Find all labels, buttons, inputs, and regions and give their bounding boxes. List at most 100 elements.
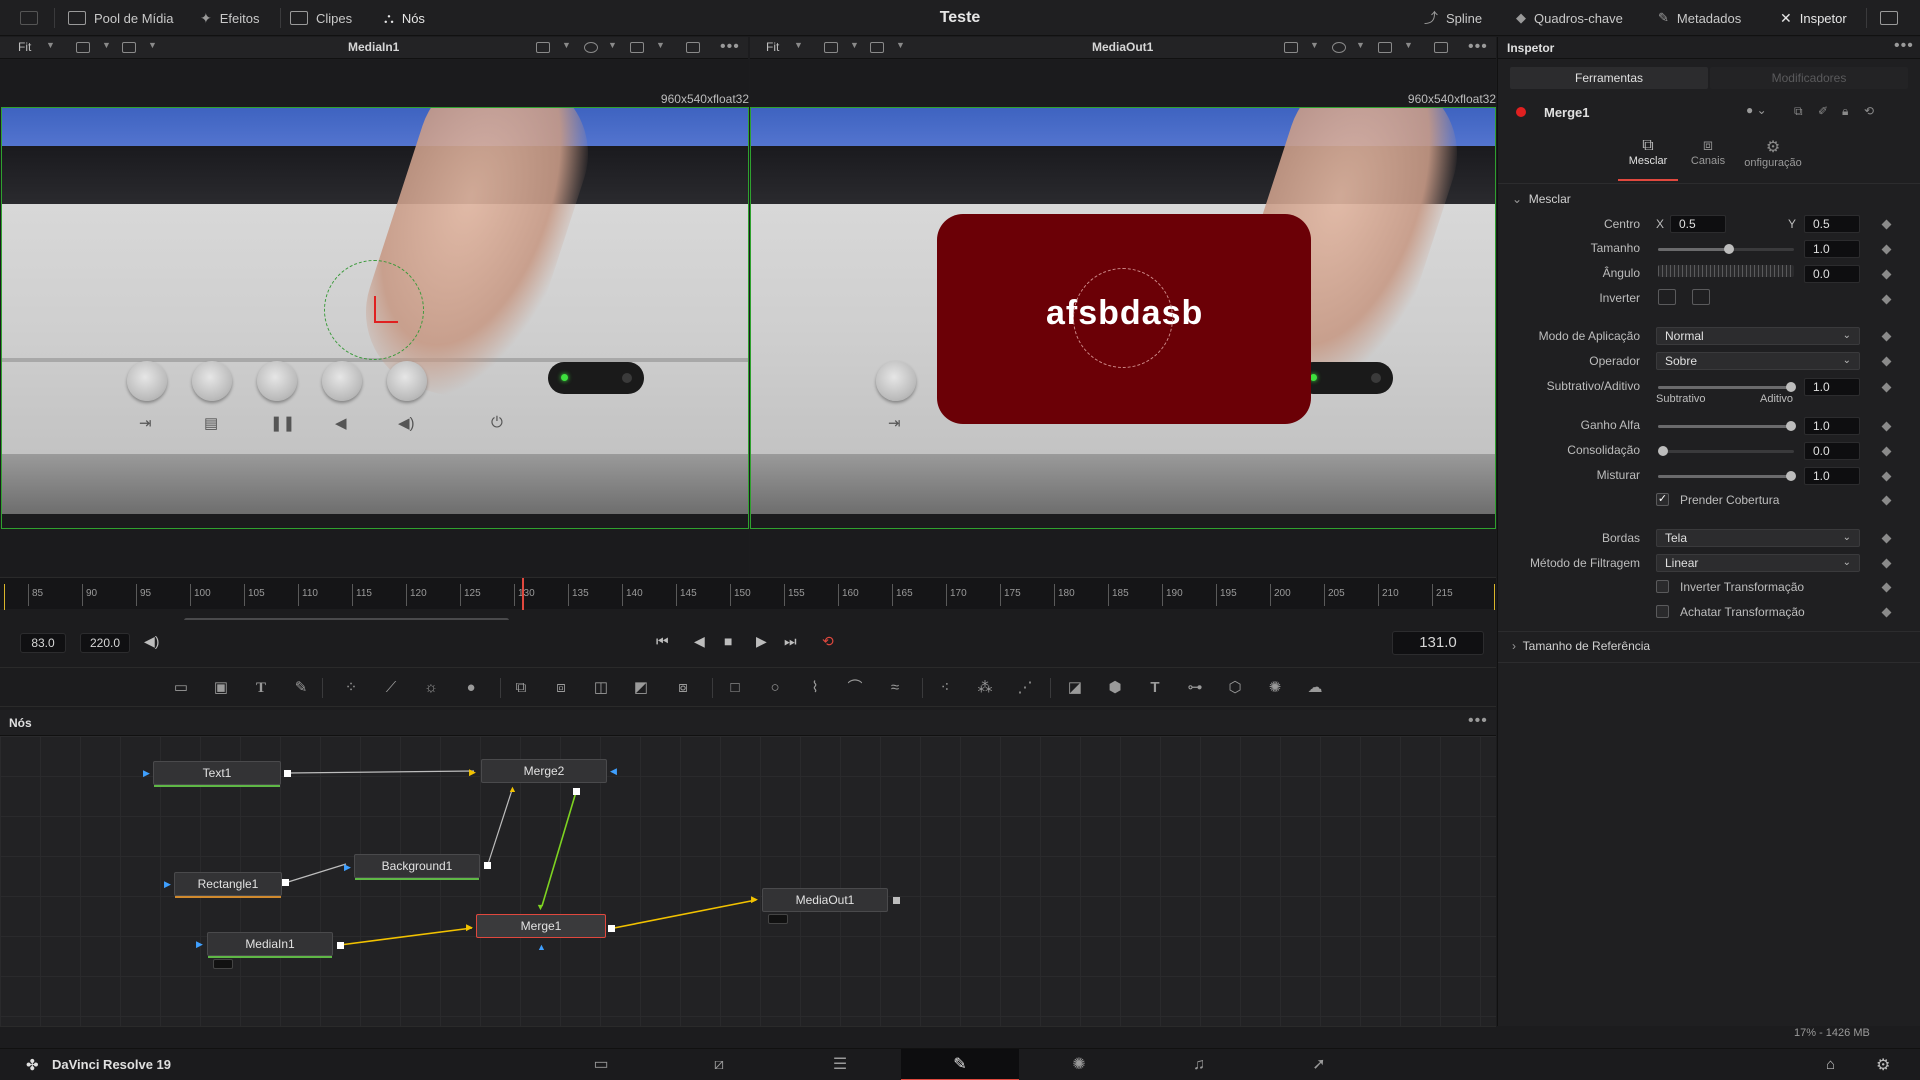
nodes-options-icon[interactable]: ••• bbox=[1468, 712, 1488, 730]
p-emitter-icon[interactable]: ⁖ bbox=[934, 678, 956, 698]
angle-thumbwheel[interactable] bbox=[1658, 265, 1794, 277]
left-viewer-options-icon[interactable]: ••• bbox=[720, 38, 740, 56]
channel-boolean-tool-icon[interactable]: ⧈ bbox=[550, 678, 572, 698]
subtractive-additive-slider[interactable] bbox=[1658, 382, 1796, 392]
playhead[interactable] bbox=[522, 578, 524, 610]
node-editor[interactable]: Text1 ▶ ▶ Merge2 ◀ ▲ Rectangle1 ▶ Backgr… bbox=[0, 736, 1496, 1026]
subtractive-additive-field[interactable]: 1.0 bbox=[1804, 378, 1860, 396]
node-mediain1[interactable]: MediaIn1 bbox=[207, 932, 333, 958]
color-picker-icon[interactable] bbox=[1332, 42, 1346, 53]
output-port[interactable] bbox=[337, 942, 344, 949]
fusion-page-button[interactable]: ✎ bbox=[901, 1049, 1019, 1080]
keyframe-icon[interactable] bbox=[1881, 533, 1892, 544]
lut-icon[interactable] bbox=[870, 42, 884, 53]
color-tool-icon[interactable]: ● bbox=[460, 678, 482, 698]
keyframe-icon[interactable] bbox=[1881, 294, 1892, 305]
burn-in-slider[interactable] bbox=[1658, 446, 1794, 456]
copy-icon[interactable]: ⧉ bbox=[1794, 104, 1803, 119]
keyframe-icon[interactable] bbox=[1881, 269, 1892, 280]
media-page-button[interactable]: ▭ bbox=[542, 1049, 660, 1080]
color-curves-tool-icon[interactable]: ⟋ bbox=[380, 678, 402, 698]
time-ruler[interactable]: 85 90 95 100 105 110 115 120 125 130 135 140 145 150 1… bbox=[0, 577, 1496, 610]
right-fit-dropdown[interactable]: Fit bbox=[766, 40, 779, 54]
current-frame-field[interactable]: 131.0 bbox=[1392, 631, 1484, 655]
home-icon[interactable]: ⌂ bbox=[1826, 1056, 1835, 1073]
text-3d-icon[interactable]: T bbox=[1144, 678, 1166, 698]
render-start-field[interactable]: 83.0 bbox=[20, 633, 66, 653]
gear-icon[interactable]: ⚙ bbox=[1876, 1055, 1890, 1075]
roi-icon[interactable] bbox=[536, 42, 550, 53]
inspector-button[interactable]: ✕ Inspetor bbox=[1780, 0, 1847, 36]
nodes-button[interactable]: ⛬ Nós bbox=[384, 0, 425, 36]
spline-button[interactable]: ⤴ Spline bbox=[1424, 0, 1482, 36]
loop-icon[interactable]: ⟲ bbox=[822, 633, 834, 650]
effects-button[interactable]: ✦ Efeitos bbox=[200, 0, 259, 36]
merge-3d-icon[interactable]: ⊶ bbox=[1184, 678, 1206, 698]
safe-frame-icon[interactable] bbox=[1434, 42, 1448, 53]
output-port[interactable] bbox=[608, 925, 615, 932]
keyframe-icon[interactable] bbox=[1881, 607, 1892, 618]
keyframe-icon[interactable] bbox=[1881, 558, 1892, 569]
left-viewer[interactable]: 960x540xfloat32 ⇥ ▤ ❚❚ ◀ ◀) ⏻ bbox=[0, 60, 749, 576]
brightness-tool-icon[interactable]: ☼ bbox=[420, 678, 442, 698]
merge-tool-icon[interactable]: ⧉ bbox=[510, 678, 532, 698]
text-tool-icon[interactable]: T bbox=[250, 678, 272, 698]
keyframe-icon[interactable] bbox=[1881, 582, 1892, 593]
output-port[interactable] bbox=[484, 862, 491, 869]
image-plane-3d-icon[interactable]: ◪ bbox=[1064, 678, 1086, 698]
matte-control-tool-icon[interactable]: ◫ bbox=[590, 678, 612, 698]
grid-icon[interactable] bbox=[1378, 42, 1392, 53]
node-preview-toggle[interactable] bbox=[213, 959, 233, 969]
particles-tool-icon[interactable]: ⁘ bbox=[340, 678, 362, 698]
size-field[interactable]: 1.0 bbox=[1804, 240, 1860, 258]
paint-tool-icon[interactable]: ✎ bbox=[290, 678, 312, 698]
step-back-icon[interactable]: ◀ bbox=[694, 633, 705, 650]
center-x-field[interactable]: 0.5 bbox=[1670, 215, 1726, 233]
node-background1[interactable]: Background1 bbox=[354, 854, 480, 880]
keyframe-icon[interactable] bbox=[1881, 382, 1892, 393]
audio-icon[interactable]: ◀) bbox=[144, 633, 159, 650]
render-end-field[interactable]: 220.0 bbox=[80, 633, 130, 653]
flatten-transform-checkbox[interactable] bbox=[1656, 605, 1669, 618]
output-port[interactable] bbox=[573, 788, 580, 795]
tab-tools[interactable]: Ferramentas bbox=[1510, 67, 1708, 89]
shape-3d-icon[interactable]: ⬢ bbox=[1104, 678, 1126, 698]
invert-transform-checkbox[interactable] bbox=[1656, 580, 1669, 593]
lock-icon[interactable]: 🔒︎ bbox=[1842, 104, 1848, 119]
color-page-button[interactable]: ✺ bbox=[1020, 1049, 1138, 1080]
renderer-3d-icon[interactable]: ☁ bbox=[1304, 678, 1326, 698]
workspace-menu-button[interactable] bbox=[20, 0, 38, 36]
media-pool-button[interactable]: Pool de Mídia bbox=[68, 0, 174, 36]
right-viewer[interactable]: 960x540xfloat32 ⇥ afsbdasb bbox=[750, 60, 1496, 576]
tab-modifiers[interactable]: Modificadores bbox=[1710, 67, 1908, 89]
edges-dropdown[interactable]: Tela ⌄ bbox=[1656, 529, 1860, 547]
flip-horizontal-icon[interactable] bbox=[1658, 289, 1676, 305]
fairlight-page-button[interactable]: ♫ bbox=[1140, 1049, 1258, 1080]
edit-page-button[interactable]: ☰ bbox=[781, 1049, 899, 1080]
channel-icon[interactable] bbox=[824, 42, 838, 53]
right-viewer-options-icon[interactable]: ••• bbox=[1468, 38, 1488, 56]
blend-slider[interactable] bbox=[1658, 471, 1796, 481]
keyframe-icon[interactable] bbox=[1881, 219, 1892, 230]
section-merge-header[interactable]: ⌄ Mesclar bbox=[1512, 192, 1571, 206]
color-picker-icon[interactable] bbox=[584, 42, 598, 53]
grid-icon[interactable] bbox=[630, 42, 644, 53]
keyframes-button[interactable]: ◆ Quadros-chave bbox=[1516, 0, 1623, 36]
inspector-options-icon[interactable]: ••• bbox=[1894, 37, 1914, 55]
camera-3d-icon[interactable]: ⬡ bbox=[1224, 678, 1246, 698]
output-port[interactable] bbox=[284, 770, 291, 777]
deliver-page-button[interactable]: ➚ bbox=[1260, 1049, 1378, 1080]
mask-tool-icon[interactable]: ◩ bbox=[630, 678, 652, 698]
center-y-field[interactable]: 0.5 bbox=[1804, 215, 1860, 233]
blend-field[interactable]: 1.0 bbox=[1804, 467, 1860, 485]
bspline-mask-icon[interactable]: ⌒ bbox=[844, 678, 866, 698]
keyframe-icon[interactable] bbox=[1881, 356, 1892, 367]
tool-color-dot-icon[interactable] bbox=[1516, 107, 1526, 117]
node-preview-toggle[interactable] bbox=[768, 914, 788, 924]
fullscreen-button[interactable] bbox=[1880, 0, 1898, 36]
safe-frame-icon[interactable] bbox=[686, 42, 700, 53]
node-rectangle1[interactable]: Rectangle1 bbox=[174, 872, 282, 898]
metadata-button[interactable]: ✎ Metadados bbox=[1658, 0, 1741, 36]
cut-page-button[interactable]: ⧄ bbox=[660, 1049, 778, 1080]
node-merge2[interactable]: Merge2 bbox=[481, 759, 607, 783]
